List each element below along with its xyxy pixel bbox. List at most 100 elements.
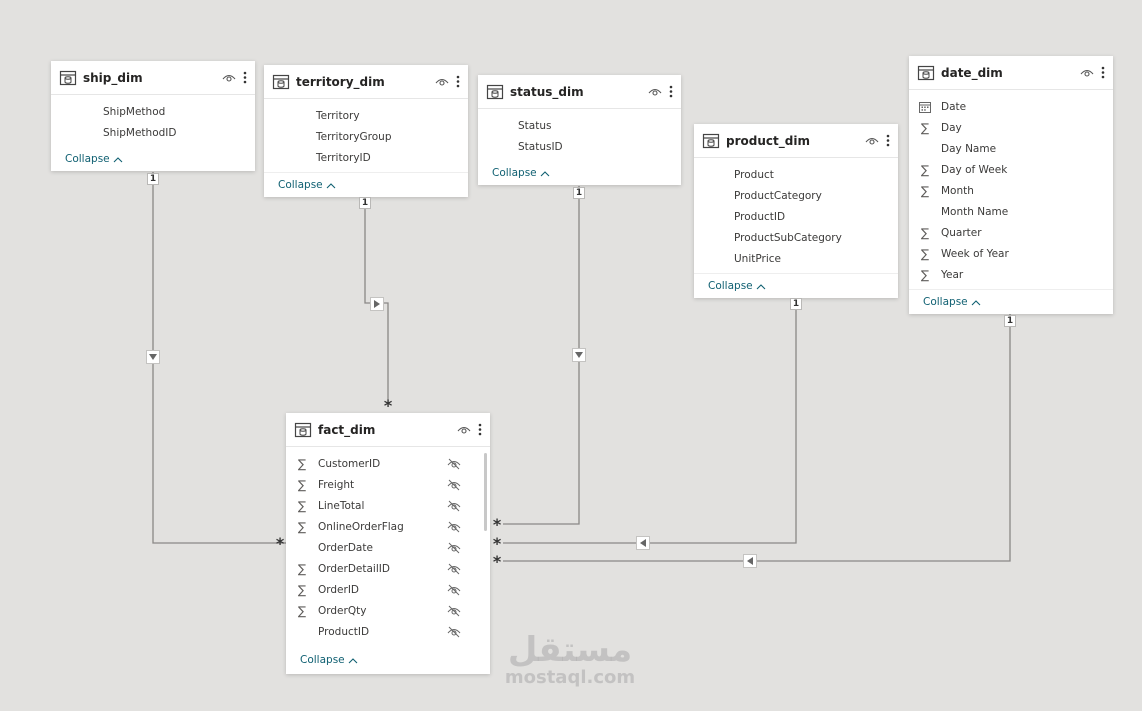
table-header[interactable]: status_dim bbox=[478, 75, 681, 109]
cardinality-one: 1 bbox=[573, 187, 585, 199]
more-options-icon[interactable] bbox=[243, 71, 247, 84]
field-label: TerritoryID bbox=[316, 151, 371, 164]
hidden-eye-icon[interactable] bbox=[447, 584, 461, 596]
table-header[interactable]: territory_dim bbox=[264, 65, 468, 99]
field-row[interactable]: ProductID bbox=[286, 621, 490, 642]
field-row[interactable]: ShipMethod bbox=[71, 101, 255, 122]
field-row[interactable]: ∑ OnlineOrderFlag bbox=[286, 516, 490, 537]
field-icon-none bbox=[919, 143, 931, 155]
more-options-icon[interactable] bbox=[1101, 66, 1105, 79]
eye-icon[interactable] bbox=[865, 136, 879, 146]
filter-direction-right-icon[interactable] bbox=[370, 297, 384, 311]
field-row[interactable]: ∑ OrderQty bbox=[286, 600, 490, 621]
field-row[interactable]: ∑ Week of Year bbox=[909, 243, 1113, 264]
filter-direction-left-icon[interactable] bbox=[636, 536, 650, 550]
hidden-eye-icon[interactable] bbox=[447, 605, 461, 617]
table-card-fact-dim[interactable]: fact_dim ∑ CustomerID ∑ Freight ∑ LineTotal… bbox=[286, 413, 490, 674]
chevron-up-icon bbox=[113, 156, 123, 162]
field-row[interactable]: StatusID bbox=[486, 136, 681, 157]
table-header[interactable]: ship_dim bbox=[51, 61, 255, 95]
field-row[interactable]: Status bbox=[486, 115, 681, 136]
table-header[interactable]: date_dim bbox=[909, 56, 1113, 90]
cardinality-many: * bbox=[383, 396, 393, 415]
watermark-latin: mostaql.com bbox=[504, 667, 636, 688]
eye-icon[interactable] bbox=[457, 425, 471, 435]
more-options-icon[interactable] bbox=[456, 75, 460, 88]
field-row[interactable]: ∑ Quarter bbox=[909, 222, 1113, 243]
more-options-icon[interactable] bbox=[669, 85, 673, 98]
field-row[interactable]: ∑ Month bbox=[909, 180, 1113, 201]
table-name: ship_dim bbox=[83, 70, 143, 85]
collapse-button[interactable]: Collapse bbox=[264, 172, 468, 197]
hidden-eye-icon[interactable] bbox=[447, 542, 461, 554]
collapse-button[interactable]: Collapse bbox=[478, 161, 681, 185]
table-icon bbox=[294, 422, 312, 437]
field-row[interactable]: ∑ Day bbox=[909, 117, 1113, 138]
filter-direction-left-icon[interactable] bbox=[743, 554, 757, 568]
field-icon-none bbox=[294, 152, 306, 164]
field-row[interactable]: ProductID bbox=[702, 206, 898, 227]
field-row[interactable]: Product bbox=[702, 164, 898, 185]
field-row[interactable]: ∑ LineTotal bbox=[286, 495, 490, 516]
field-row[interactable]: Territory bbox=[284, 105, 468, 126]
hidden-eye-icon[interactable] bbox=[447, 479, 461, 491]
table-card-product-dim[interactable]: product_dim Product ProductCategory Prod… bbox=[694, 124, 898, 298]
field-row[interactable]: UnitPrice bbox=[702, 248, 898, 269]
eye-icon[interactable] bbox=[222, 73, 236, 83]
hidden-eye-icon[interactable] bbox=[447, 563, 461, 575]
eye-icon[interactable] bbox=[1080, 68, 1094, 78]
field-row[interactable]: ∑ Year bbox=[909, 264, 1113, 285]
field-icon-none bbox=[712, 211, 724, 223]
table-card-date-dim[interactable]: date_dim Date ∑ Day Day Name ∑ Day of Week… bbox=[909, 56, 1113, 314]
calendar-icon bbox=[919, 101, 931, 113]
scrollbar[interactable] bbox=[484, 453, 487, 531]
watermark-logo: مستقل mostaql.com bbox=[500, 632, 640, 688]
field-row[interactable]: ProductCategory bbox=[702, 185, 898, 206]
field-row[interactable]: Date bbox=[909, 96, 1113, 117]
model-canvas[interactable]: ship_dim ShipMethod ShipMethodID Collaps… bbox=[0, 0, 1142, 711]
field-row[interactable]: ∑ Freight bbox=[286, 474, 490, 495]
filter-direction-down-icon[interactable] bbox=[572, 348, 586, 362]
filter-direction-down-icon[interactable] bbox=[146, 350, 160, 364]
sigma-icon: ∑ bbox=[920, 120, 930, 135]
field-row[interactable]: ProductSubCategory bbox=[702, 227, 898, 248]
field-row[interactable]: ∑ Day of Week bbox=[909, 159, 1113, 180]
hidden-eye-icon[interactable] bbox=[447, 521, 461, 533]
collapse-button[interactable]: Collapse bbox=[286, 646, 490, 674]
table-card-territory-dim[interactable]: territory_dim Territory TerritoryGroup T… bbox=[264, 65, 468, 197]
field-row[interactable]: Month Name bbox=[909, 201, 1113, 222]
collapse-button[interactable]: Collapse bbox=[909, 289, 1113, 314]
hidden-eye-icon[interactable] bbox=[447, 458, 461, 470]
field-row[interactable]: ∑ OrderDetailID bbox=[286, 558, 490, 579]
chevron-up-icon bbox=[348, 657, 358, 663]
field-label: Week of Year bbox=[941, 247, 1009, 260]
collapse-button[interactable]: Collapse bbox=[694, 273, 898, 298]
field-row[interactable]: ∑ OrderID bbox=[286, 579, 490, 600]
sigma-icon: ∑ bbox=[297, 561, 307, 576]
cardinality-one: 1 bbox=[359, 197, 371, 209]
more-options-icon[interactable] bbox=[886, 134, 890, 147]
field-row[interactable]: ∑ CustomerID bbox=[286, 453, 490, 474]
field-label: Day Name bbox=[941, 142, 997, 155]
collapse-label: Collapse bbox=[300, 654, 345, 666]
field-row[interactable]: ShipMethodID bbox=[71, 122, 255, 143]
hidden-eye-icon[interactable] bbox=[447, 626, 461, 638]
eye-icon[interactable] bbox=[648, 87, 662, 97]
table-card-ship-dim[interactable]: ship_dim ShipMethod ShipMethodID Collaps… bbox=[51, 61, 255, 171]
eye-icon[interactable] bbox=[435, 77, 449, 87]
field-icon-none bbox=[712, 190, 724, 202]
table-header[interactable]: product_dim bbox=[694, 124, 898, 158]
hidden-eye-icon[interactable] bbox=[447, 500, 461, 512]
field-label: ShipMethod bbox=[103, 105, 166, 118]
watermark-arabic: مستقل bbox=[507, 630, 633, 670]
more-options-icon[interactable] bbox=[478, 423, 482, 436]
field-row[interactable]: OrderDate bbox=[286, 537, 490, 558]
field-row[interactable]: Day Name bbox=[909, 138, 1113, 159]
field-row[interactable]: TerritoryGroup bbox=[284, 126, 468, 147]
field-row[interactable]: TerritoryID bbox=[284, 147, 468, 168]
table-card-status-dim[interactable]: status_dim Status StatusID Collapse bbox=[478, 75, 681, 185]
collapse-button[interactable]: Collapse bbox=[51, 147, 255, 171]
table-header[interactable]: fact_dim bbox=[286, 413, 490, 447]
table-icon bbox=[702, 133, 720, 148]
field-icon-none bbox=[712, 232, 724, 244]
